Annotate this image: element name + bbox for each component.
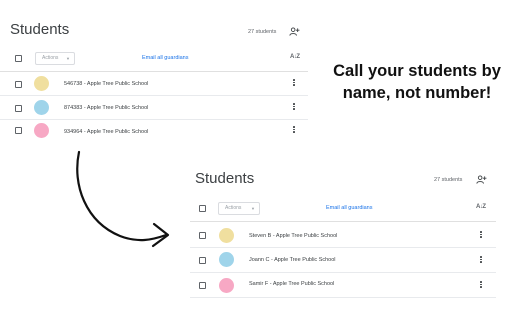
row-checkbox[interactable]: [199, 282, 206, 289]
more-vert-icon[interactable]: [480, 231, 482, 239]
row-checkbox[interactable]: [199, 232, 206, 239]
actions-dropdown[interactable]: Actions ▼: [218, 202, 260, 215]
student-name[interactable]: Joann C - Apple Tree Public School: [249, 257, 336, 263]
student-name[interactable]: Samir F - Apple Tree Public School: [249, 281, 334, 287]
sort-az-icon[interactable]: A↓Z: [476, 204, 486, 210]
row-checkbox[interactable]: [199, 257, 206, 264]
student-name[interactable]: Steven B - Apple Tree Public School: [249, 233, 337, 239]
email-all-guardians-link[interactable]: Email all guardians: [326, 205, 372, 211]
avatar: [219, 228, 234, 243]
roster-after-panel: Students 27 students Actions ▼ Email all…: [190, 163, 496, 320]
actions-label: Actions: [225, 205, 242, 211]
student-row[interactable]: Steven B - Apple Tree Public School: [190, 223, 496, 248]
more-vert-icon[interactable]: [480, 281, 482, 289]
more-vert-icon[interactable]: [480, 256, 482, 264]
select-all-checkbox[interactable]: [199, 205, 206, 212]
student-count: 27 students: [434, 177, 463, 183]
avatar: [219, 252, 234, 267]
student-row[interactable]: Joann C - Apple Tree Public School: [190, 248, 496, 273]
add-person-icon[interactable]: [476, 175, 487, 184]
roster-toolbar: Actions ▼ Email all guardians A↓Z: [190, 195, 496, 222]
page-title: Students: [195, 170, 255, 187]
avatar: [219, 278, 234, 293]
chevron-down-icon: ▼: [251, 206, 255, 211]
student-row[interactable]: Samir F - Apple Tree Public School: [190, 273, 496, 298]
